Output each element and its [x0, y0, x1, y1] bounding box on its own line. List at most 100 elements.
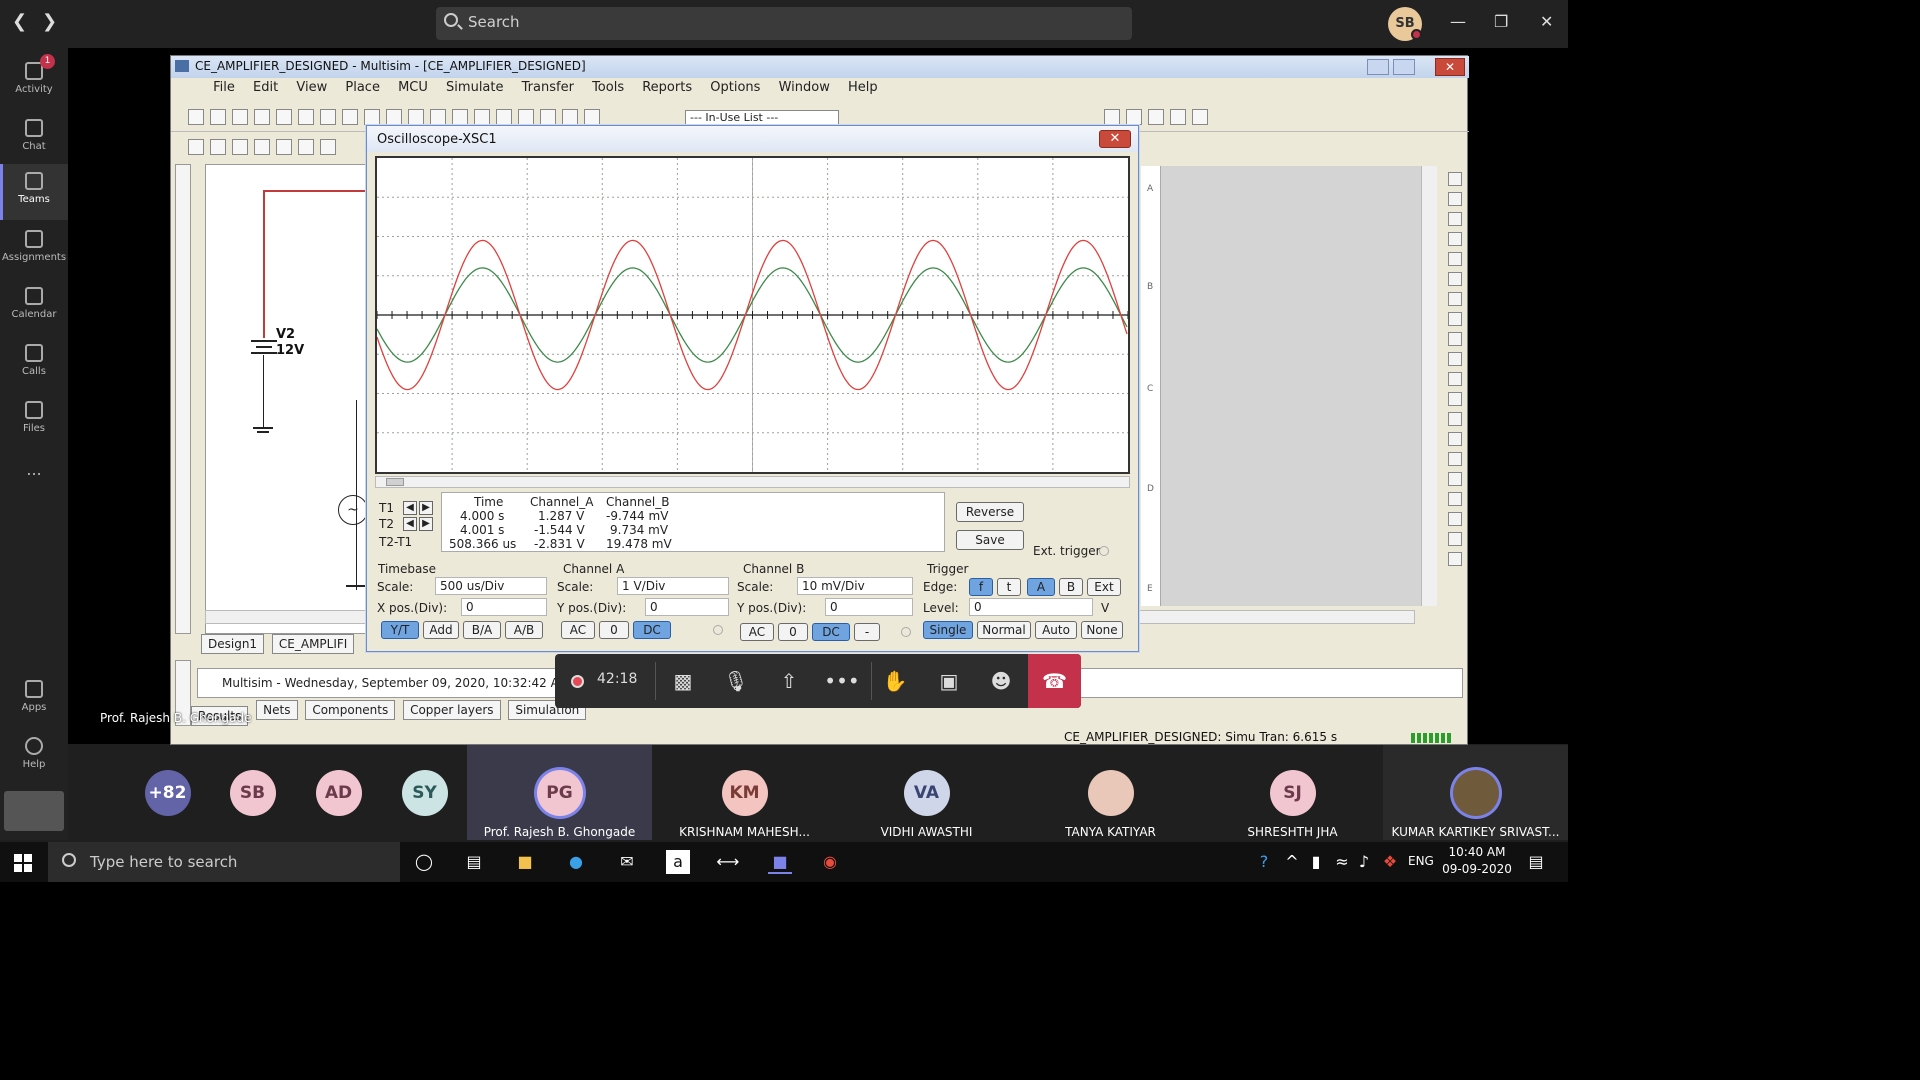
channel-b-zero-button[interactable]: 0	[778, 623, 808, 641]
table-icon[interactable]	[451, 109, 468, 125]
channel-b-ac-button[interactable]: AC	[740, 623, 774, 641]
forward-icon[interactable]: ❯	[42, 11, 57, 32]
battery-icon[interactable]: ▮	[1304, 850, 1328, 874]
windows-start-icon[interactable]	[14, 854, 32, 872]
auto-button[interactable]: Auto	[1035, 621, 1077, 639]
edge-icon[interactable]: ●	[564, 850, 588, 874]
menu-place[interactable]: Place	[345, 80, 380, 95]
chat-icon[interactable]: ▣	[923, 654, 975, 708]
iv-analyzer-icon[interactable]	[1448, 372, 1462, 386]
wizard-icon[interactable]	[583, 109, 600, 125]
cut-icon[interactable]	[319, 109, 336, 125]
participant-tile[interactable]: KUMAR KARTIKEY SRIVAST...	[1383, 745, 1568, 840]
junction-icon[interactable]	[231, 139, 248, 155]
menu-tools[interactable]: Tools	[592, 80, 624, 95]
channel-a-scale-field[interactable]: 1 V/Div	[617, 577, 729, 595]
close-icon[interactable]: ✕	[1435, 58, 1465, 76]
rising-edge-button[interactable]: f	[969, 578, 993, 596]
channel-b-terminal-icon[interactable]	[901, 627, 911, 637]
trigger-level-field[interactable]: 0	[969, 598, 1093, 616]
close-icon[interactable]: ✕	[1540, 12, 1553, 31]
normal-button[interactable]: Normal	[977, 621, 1031, 639]
back-icon[interactable]: ❮	[12, 11, 27, 32]
rail-assignments[interactable]: Assignments	[0, 222, 68, 278]
menu-reports[interactable]: Reports	[642, 80, 692, 95]
in-use-list-dropdown[interactable]: --- In-Use List ---	[685, 110, 839, 126]
spreadsheet-icon[interactable]	[473, 109, 490, 125]
participant-tile[interactable]: TANYA KATIYAR	[1018, 745, 1203, 840]
chrome-icon[interactable]: ◉	[818, 850, 842, 874]
menu-transfer[interactable]: Transfer	[522, 80, 574, 95]
component-icon[interactable]	[561, 109, 578, 125]
rail-teams[interactable]: Teams	[0, 164, 68, 220]
logic-converter-icon[interactable]	[1448, 352, 1462, 366]
channel-b-invert-button[interactable]: -	[854, 623, 880, 641]
yt-button[interactable]: Y/T	[381, 621, 419, 639]
rail-chat[interactable]: Chat	[0, 111, 68, 167]
tab-design1[interactable]: Design1	[201, 634, 265, 654]
zoom-area-icon[interactable]	[1148, 109, 1164, 125]
help-tray-icon[interactable]: ?	[1252, 850, 1276, 874]
menu-help[interactable]: Help	[848, 80, 878, 95]
zoom-in-icon[interactable]	[1104, 109, 1120, 125]
mail-icon[interactable]: ✉	[615, 850, 639, 874]
amazon-icon[interactable]: a	[666, 850, 690, 874]
zoom-out-icon[interactable]	[1126, 109, 1142, 125]
function-generator-icon[interactable]	[1448, 192, 1462, 206]
vertical-scrollbar[interactable]	[1421, 166, 1437, 606]
distortion-analyzer-icon[interactable]	[1448, 392, 1462, 406]
menu-window[interactable]: Window	[779, 80, 830, 95]
scroll-thumb[interactable]	[386, 478, 404, 486]
taskbar-clock[interactable]: 10:40 AM 09-09-2020	[1442, 844, 1512, 878]
mic-off-icon[interactable]: 🎙	[710, 654, 762, 708]
t1-left-arrow-icon[interactable]: ◀	[403, 501, 417, 515]
subcircuit-icon[interactable]	[319, 139, 336, 155]
rail-calendar[interactable]: Calendar	[0, 279, 68, 335]
channel-a-zero-button[interactable]: 0	[599, 621, 629, 639]
four-channel-scope-icon[interactable]	[1448, 252, 1462, 266]
frequency-counter-icon[interactable]	[1448, 292, 1462, 306]
print-icon[interactable]	[275, 109, 292, 125]
menu-options[interactable]: Options	[710, 80, 760, 95]
tab-copper-layers[interactable]: Copper layers	[403, 700, 501, 720]
cortana-icon[interactable]: ◯	[412, 850, 436, 874]
channel-a-ac-button[interactable]: AC	[561, 621, 595, 639]
open-folder-icon[interactable]	[231, 109, 248, 125]
word-generator-icon[interactable]	[1448, 312, 1462, 326]
chevron-up-icon[interactable]: ^	[1280, 850, 1304, 874]
connector-icon[interactable]	[297, 139, 314, 155]
undo-icon[interactable]	[385, 109, 402, 125]
task-view-icon[interactable]: ▤	[462, 850, 486, 874]
menu-edit[interactable]: Edit	[253, 80, 278, 95]
rail-help[interactable]: Help	[0, 729, 68, 785]
add-button[interactable]: Add	[423, 621, 459, 639]
tab-ce-amplifier[interactable]: CE_AMPLIFI	[271, 634, 355, 654]
channel-b-dc-button[interactable]: DC	[812, 623, 850, 641]
participant-tile[interactable]: KM KRISHNAM MAHESH...	[652, 745, 837, 840]
teams-taskbar-icon[interactable]: ■	[768, 850, 792, 874]
breadboard-icon[interactable]	[539, 109, 556, 125]
grapher-icon[interactable]	[495, 109, 512, 125]
rail-apps[interactable]: Apps	[0, 672, 68, 728]
language-indicator[interactable]: ENG	[1408, 854, 1434, 868]
t2-right-arrow-icon[interactable]: ▶	[419, 517, 433, 531]
rail-calls[interactable]: Calls	[0, 336, 68, 392]
b-over-a-button[interactable]: B/A	[463, 621, 501, 639]
t2-left-arrow-icon[interactable]: ◀	[403, 517, 417, 531]
trigger-source-ext-button[interactable]: Ext	[1087, 578, 1121, 596]
ext-trigger-terminal-icon[interactable]	[1099, 546, 1109, 556]
participants-icon[interactable]: ☻	[975, 654, 1027, 708]
spectrum-analyzer-icon[interactable]	[1448, 412, 1462, 426]
participant-tile[interactable]: SJ SHRESHTH JHA	[1200, 745, 1385, 840]
reverse-button[interactable]: Reverse	[956, 502, 1024, 522]
a-over-b-button[interactable]: A/B	[505, 621, 543, 639]
teams-search-input[interactable]: Search	[436, 7, 1132, 40]
more-actions-icon[interactable]: •••	[816, 654, 868, 708]
channel-a-ypos-field[interactable]: 0	[645, 598, 729, 616]
place-icon[interactable]	[253, 139, 270, 155]
close-icon[interactable]: ✕	[1099, 130, 1131, 148]
bus-tool-icon[interactable]	[209, 139, 226, 155]
device-button[interactable]	[4, 791, 64, 831]
taskbar-search-input[interactable]: Type here to search	[48, 842, 400, 882]
wattmeter-icon[interactable]	[1448, 212, 1462, 226]
